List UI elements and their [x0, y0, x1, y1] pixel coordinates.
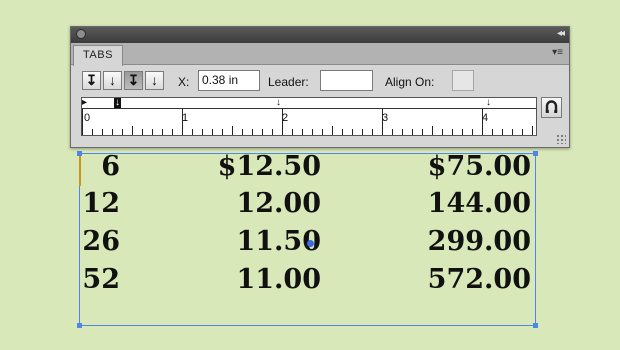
ruler-tick	[512, 129, 513, 135]
total-cell: 299.00	[427, 226, 531, 257]
ruler-tick	[452, 129, 453, 135]
ruler-tick	[122, 129, 123, 135]
tab-stop-icon[interactable]: ↓	[486, 98, 491, 108]
ruler-tick	[492, 129, 493, 135]
frame-handle[interactable]	[533, 151, 538, 156]
panel-titlebar[interactable]: ◂◂	[71, 27, 569, 43]
frame-handle[interactable]	[533, 323, 538, 328]
ruler-tick	[312, 129, 313, 135]
ruler-tick	[462, 129, 463, 135]
ruler-tick	[482, 109, 483, 135]
ruler-tick	[402, 129, 403, 135]
panel-tabstrip: TABS ▾≡	[71, 43, 569, 66]
total-cell: 572.00	[427, 264, 531, 295]
tab-stop-track[interactable]: ▸ ↓ ↓ ↓	[82, 98, 536, 109]
total-cell: $75.00	[427, 151, 531, 182]
ruler-tick	[132, 126, 133, 135]
cursor-dot	[307, 240, 314, 247]
collapse-icon[interactable]: ◂◂	[557, 28, 565, 39]
qty-cell: 6	[101, 151, 120, 182]
price-cell: 11.00	[236, 264, 321, 295]
ruler-tick	[92, 129, 93, 135]
align-on-input[interactable]	[452, 70, 474, 91]
text-frame[interactable]: 6 $12.50 $75.00 12 12.00 144.00 26 11.50…	[77, 151, 538, 328]
ruler-tick	[352, 129, 353, 135]
resize-grip-icon[interactable]	[556, 134, 566, 144]
ruler-tick	[182, 109, 183, 135]
tab-ruler[interactable]: ▸ ↓ ↓ ↓ 0 1 2 3 4	[81, 97, 537, 136]
ruler-tick	[362, 129, 363, 135]
ruler-tick	[172, 129, 173, 135]
decimal-justified-tab-icon[interactable]: ↓	[145, 71, 164, 90]
table-row[interactable]: 52 11.00 572.00	[80, 264, 535, 302]
ruler-tick	[282, 109, 283, 135]
ruler-tick	[472, 129, 473, 135]
ruler-tick	[322, 129, 323, 135]
tab-stop-icon[interactable]: ↓	[276, 98, 281, 108]
magnet-icon	[545, 100, 558, 113]
tabs-panel: ◂◂ TABS ▾≡ ↧ ↓ ↧ ↓ X: 0.38 in Leader: Al…	[70, 26, 570, 148]
table-row[interactable]: 12 12.00 144.00	[80, 188, 535, 226]
qty-cell: 12	[82, 188, 120, 219]
ruler-tick	[502, 129, 503, 135]
ruler-tick	[342, 129, 343, 135]
ruler-tick	[232, 126, 233, 135]
table-row[interactable]: 6 $12.50 $75.00	[80, 151, 535, 189]
ruler-tick	[272, 129, 273, 135]
x-position-input[interactable]: 0.38 in	[198, 70, 260, 91]
tab-controls: ↧ ↓ ↧ ↓ X: 0.38 in Leader: Align On:	[71, 69, 569, 95]
frame-handle[interactable]	[77, 323, 82, 328]
total-cell: 144.00	[427, 188, 531, 219]
ruler-tick	[432, 126, 433, 135]
indent-marker-icon[interactable]: ▸	[82, 98, 87, 108]
ruler-tick	[302, 129, 303, 135]
ruler-tick	[212, 129, 213, 135]
ruler-tick	[372, 129, 373, 135]
ruler-tick	[262, 129, 263, 135]
ruler-tick	[112, 129, 113, 135]
align-on-label: Align On:	[385, 75, 435, 89]
position-panel-above-frame-button[interactable]	[541, 97, 562, 118]
leader-label: Leader:	[268, 75, 309, 89]
close-icon[interactable]	[76, 29, 86, 39]
ruler-tick	[292, 129, 293, 135]
ruler-tick	[332, 126, 333, 135]
price-cell: 12.00	[236, 188, 321, 219]
price-cell: $12.50	[217, 151, 321, 182]
qty-cell: 26	[82, 226, 120, 257]
ruler-tick	[252, 129, 253, 135]
ruler-tick	[242, 129, 243, 135]
ruler-tick	[82, 109, 83, 135]
ruler-tick	[522, 129, 523, 135]
ruler-tick	[382, 109, 383, 135]
selected-tab-stop-icon[interactable]: ↓	[114, 98, 121, 108]
ruler-tick	[442, 129, 443, 135]
ruler-tick	[142, 129, 143, 135]
ruler-tick	[202, 129, 203, 135]
ruler-number: 0	[84, 112, 91, 124]
ruler-tick	[392, 129, 393, 135]
ruler-tick	[532, 126, 533, 135]
ruler-tick	[412, 129, 413, 135]
left-justified-tab-icon[interactable]: ↧	[82, 71, 101, 90]
ruler-tick	[152, 129, 153, 135]
right-justified-tab-icon[interactable]: ↧	[124, 71, 143, 90]
ruler-tick	[222, 129, 223, 135]
ruler-tick	[422, 129, 423, 135]
ruler-tick	[192, 129, 193, 135]
x-label: X:	[178, 75, 190, 89]
tab-tabs[interactable]: TABS	[73, 45, 123, 66]
qty-cell: 52	[82, 264, 120, 295]
panel-menu-icon[interactable]: ▾≡	[552, 47, 563, 58]
ruler-tick	[162, 129, 163, 135]
frame-handle[interactable]	[77, 151, 82, 156]
ruler-tick	[102, 129, 103, 135]
leader-input[interactable]	[320, 70, 373, 91]
center-justified-tab-icon[interactable]: ↓	[103, 71, 122, 90]
